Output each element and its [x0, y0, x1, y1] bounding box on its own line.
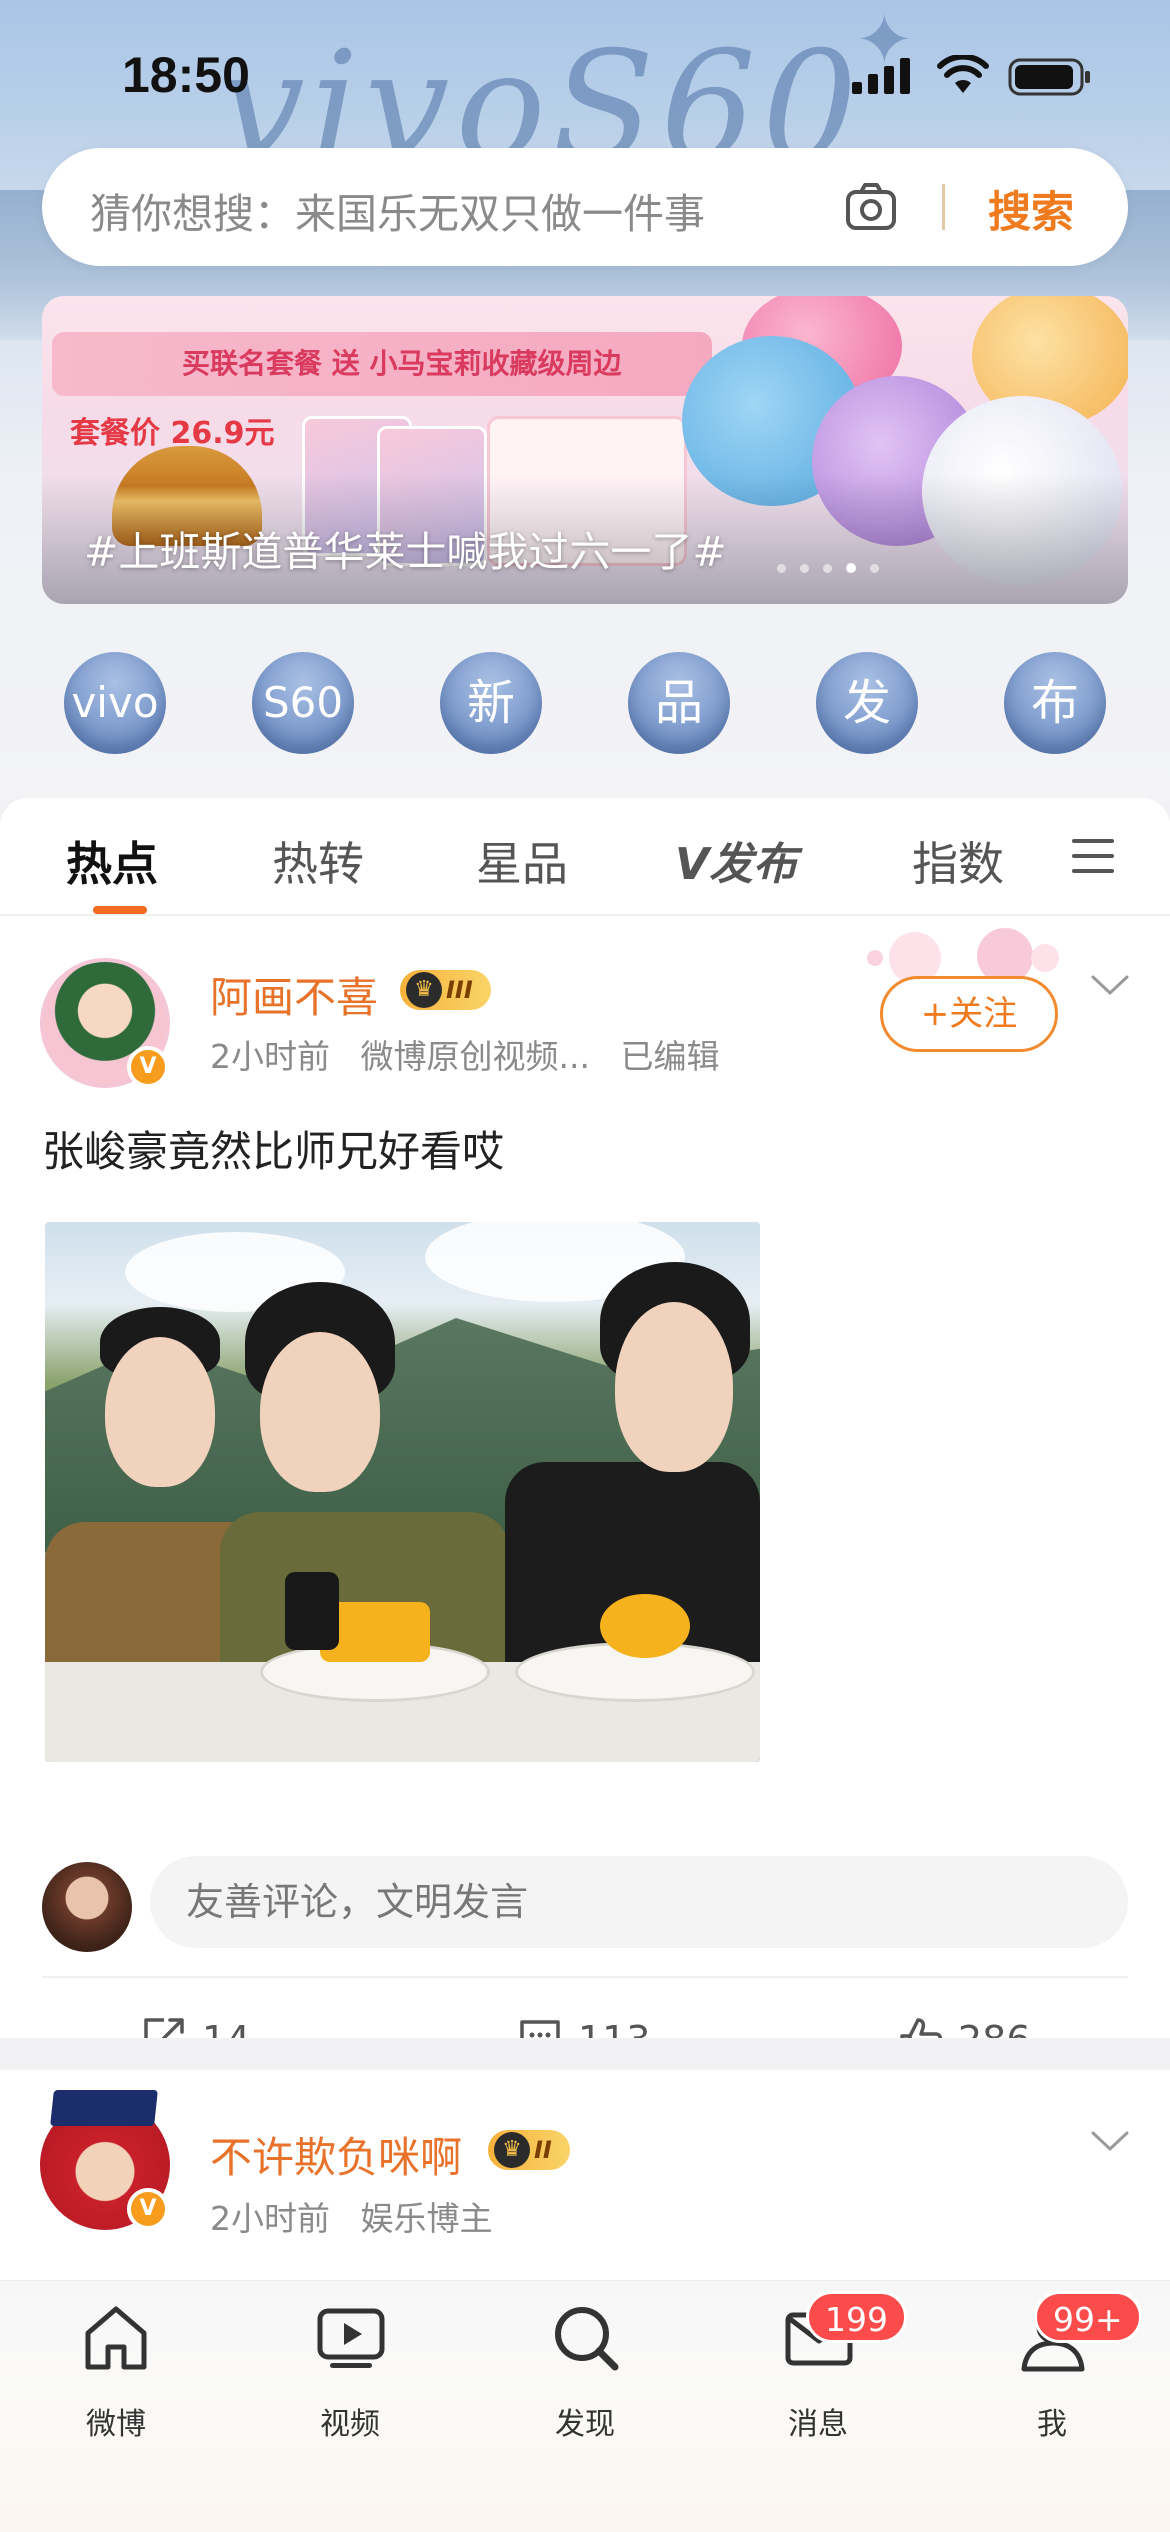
tab-label: 视频 — [320, 2407, 380, 2442]
topic-bubble[interactable]: 新 — [440, 652, 542, 754]
tab-messages[interactable]: 199 消息 — [738, 2291, 907, 2443]
person-face — [260, 1332, 380, 1492]
level-badge-text: II — [534, 2136, 552, 2164]
banner-dot — [800, 564, 809, 573]
verified-badge-icon: V — [127, 1046, 169, 1088]
tab-hot-repost[interactable]: 热转 — [272, 828, 364, 894]
search-bar[interactable]: 猜你想搜：来国乐无双只做一件事 搜索 — [42, 148, 1128, 266]
person-face — [105, 1337, 215, 1487]
topic-bubble[interactable]: 发 — [816, 652, 918, 754]
feed-tabs: 热点 热转 星品 V发布 指数 — [0, 798, 1170, 916]
tab-label: 发现 — [555, 2407, 615, 2442]
wifi-icon — [937, 55, 989, 93]
video-icon — [317, 2308, 385, 2368]
crown-icon: ♛ — [494, 2132, 530, 2168]
graduation-cap-shape — [50, 2090, 158, 2126]
tab-me[interactable]: 99+ 我 — [972, 2291, 1142, 2443]
banner-pagination — [777, 558, 893, 577]
post-image[interactable] — [45, 1222, 760, 1762]
banner-dot-active — [846, 563, 856, 573]
post-source: 微博原创视频... — [360, 1037, 590, 1076]
camera-scan-icon[interactable] — [842, 178, 900, 236]
tab-index[interactable]: 指数 — [912, 828, 1004, 894]
home-icon — [85, 2306, 147, 2370]
promo-banner[interactable]: 买联名套餐 送 小马宝莉收藏级周边 套餐价 26.9元 #上班斯道普华莱士喊我过… — [42, 296, 1128, 604]
tab-star-products[interactable]: 星品 — [476, 828, 568, 894]
post-time: 2小时前 — [210, 1037, 330, 1076]
post-time: 2小时前 — [210, 2199, 330, 2238]
post-meta: 2小时前 娱乐博主 — [210, 2192, 493, 2240]
banner-dot — [823, 564, 832, 573]
banner-dot — [777, 564, 786, 573]
chevron-down-icon[interactable] — [1090, 2130, 1130, 2154]
post-meta: 2小时前 微博原创视频... 已编辑 — [210, 1030, 719, 1078]
status-time: 18:50 — [122, 47, 250, 103]
topic-bubble[interactable]: 品 — [628, 652, 730, 754]
level-badge-text: III — [446, 976, 473, 1004]
search-input[interactable]: 猜你想搜：来国乐无双只做一件事 — [90, 180, 705, 240]
feed: 热点 热转 星品 V发布 指数 V 阿画不喜 ♛ III 2小时前 微博原创视频… — [0, 798, 1170, 2068]
tab-weibo-home[interactable]: 微博 — [36, 2303, 196, 2443]
topic-bubble[interactable]: 布 — [1004, 652, 1106, 754]
unread-badge: 199 — [806, 2291, 907, 2343]
unread-badge: 99+ — [1034, 2291, 1142, 2343]
search-button[interactable]: 搜索 — [988, 178, 1074, 240]
feed-post: V 阿画不喜 ♛ III 2小时前 微博原创视频... 已编辑 +关注 张峻豪竟… — [0, 918, 1170, 2062]
topic-bubbles: vivo S60 新 品 发 布 — [0, 652, 1170, 756]
discover-icon — [555, 2307, 619, 2371]
cellular-signal-icon — [852, 58, 910, 94]
tab-discover[interactable]: 发现 — [505, 2303, 665, 2443]
post-text[interactable]: 张峻豪竟然比师兄好看哎 — [42, 1118, 504, 1179]
post-edited: 已编辑 — [620, 1037, 720, 1076]
menu-icon[interactable] — [1070, 836, 1116, 876]
battery-icon — [1008, 58, 1090, 96]
phone-shape — [285, 1572, 339, 1650]
post-separator — [0, 2038, 1170, 2068]
tab-video[interactable]: 视频 — [270, 2303, 430, 2443]
banner-ribbon-text: 买联名套餐 送 小马宝莉收藏级周边 — [182, 347, 622, 380]
topic-bubble[interactable]: S60 — [252, 652, 354, 754]
cake-shape — [600, 1594, 690, 1658]
tab-hot[interactable]: 热点 — [66, 828, 158, 894]
search-divider — [942, 184, 945, 230]
feed-post: V 不许欺负咪啊 ♛ II 2小时前 娱乐博主 — [0, 2070, 1170, 2280]
person-face — [615, 1302, 733, 1472]
banner-title[interactable]: #上班斯道普华莱士喊我过六一了# — [84, 518, 727, 578]
banner-dot — [870, 564, 879, 573]
level-badge: ♛ II — [488, 2130, 570, 2170]
crown-icon: ♛ — [406, 972, 442, 1008]
topic-bubble[interactable]: vivo — [64, 652, 166, 754]
banner-price: 套餐价 26.9元 — [70, 416, 275, 451]
post-username[interactable]: 不许欺负咪啊 — [210, 2124, 462, 2185]
tab-label: 微博 — [86, 2407, 146, 2442]
post-username[interactable]: 阿画不喜 — [210, 964, 378, 1025]
comment-row — [0, 1856, 1170, 1956]
comment-input[interactable] — [150, 1856, 1128, 1948]
verified-badge-icon: V — [127, 2188, 169, 2230]
level-badge: ♛ III — [400, 970, 491, 1010]
follow-button[interactable]: +关注 — [880, 976, 1058, 1052]
tab-label: 消息 — [788, 2407, 848, 2442]
post-source: 娱乐博主 — [360, 2199, 493, 2238]
tab-v-publish[interactable]: V发布 — [675, 828, 797, 892]
tab-label: 我 — [1037, 2407, 1067, 2442]
bottom-tab-bar: 微博 视频 发现 199 消息 99+ 我 — [0, 2280, 1170, 2532]
status-bar: 18:50 — [0, 0, 1170, 150]
chevron-down-icon[interactable] — [1090, 974, 1130, 998]
my-avatar[interactable] — [42, 1862, 132, 1952]
active-tab-indicator — [93, 906, 147, 914]
